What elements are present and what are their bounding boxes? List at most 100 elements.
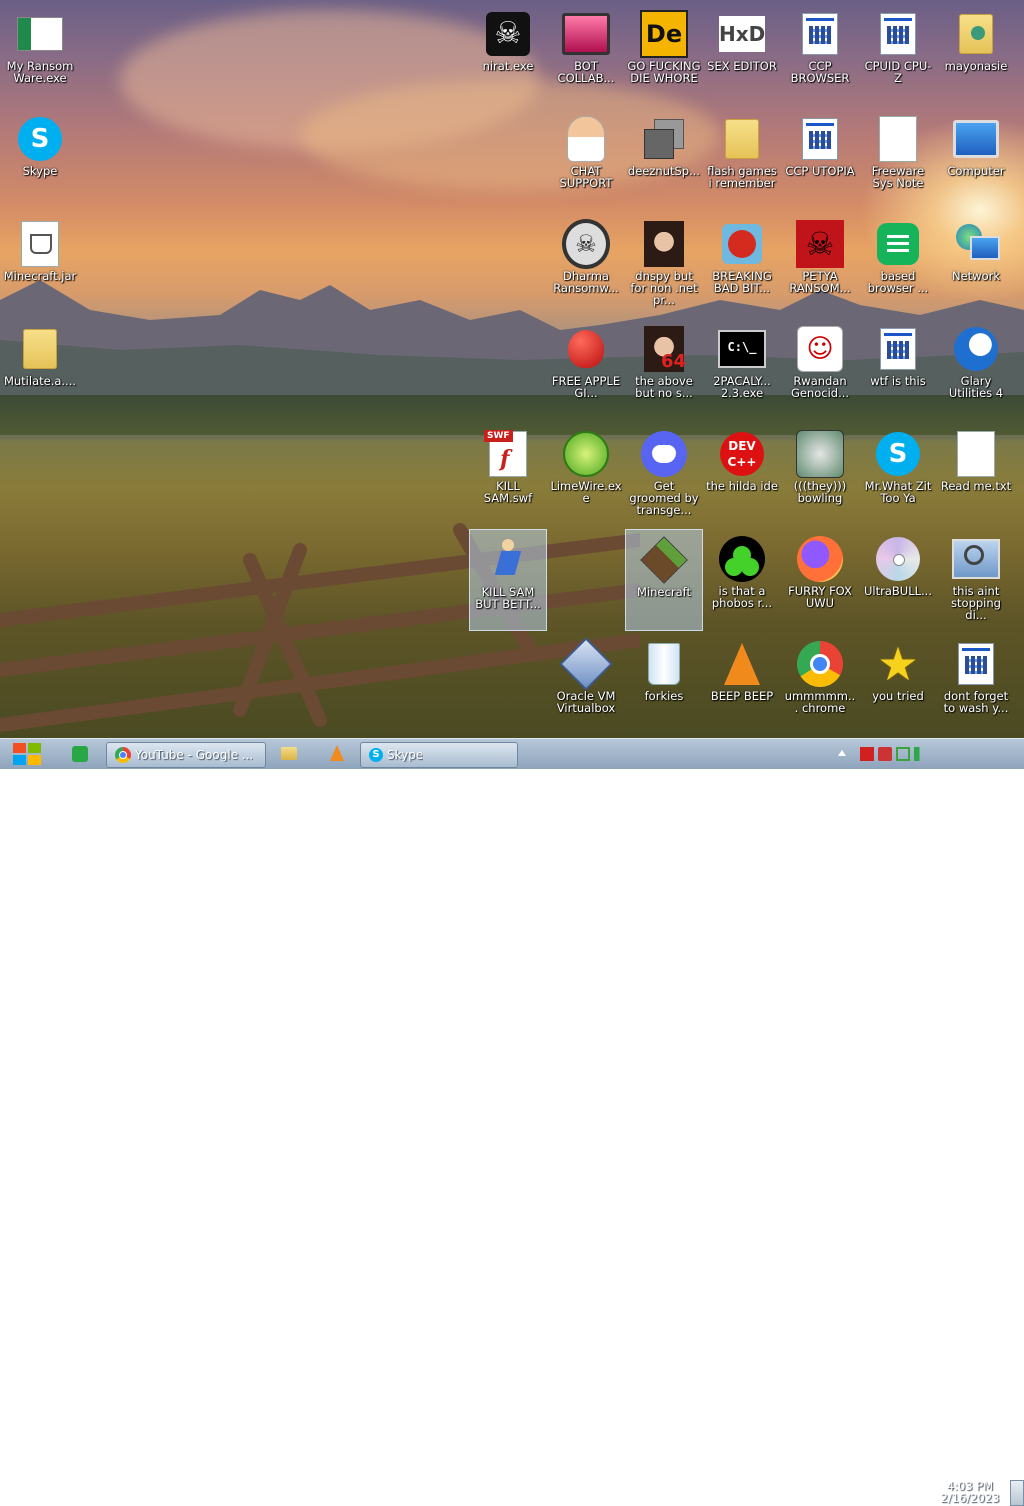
desktop-icon-label: Read me.txt <box>940 479 1012 493</box>
desktop-icon-ccp-browser[interactable]: CCP BROWSER <box>781 4 859 104</box>
lime-icon <box>562 430 610 478</box>
desktop-icon-free-apple[interactable]: FREE APPLE GI... <box>547 319 625 419</box>
desktop-icon-oracle-vm-virtualbox[interactable]: Oracle VM Virtualbox <box>547 634 625 734</box>
desktop-icon-cpuid-cpuz[interactable]: CPUID CPU-Z <box>859 4 937 104</box>
desktop-icon-read-me-txt[interactable]: Read me.txt <box>937 424 1015 524</box>
desktop-icon-minecraft-jar[interactable]: Minecraft.jar <box>1 214 79 314</box>
tray-app-icon[interactable] <box>878 747 892 761</box>
desktop-icon-label: Mr.What Zit Too Ya <box>864 479 932 505</box>
green-chat-icon <box>874 220 922 268</box>
desktop-icon-they-bowling[interactable]: (((they))) bowling <box>781 424 859 524</box>
desktop-icon-2pacalypse[interactable]: C:\_ 2PACALY... 2.3.exe <box>703 319 781 419</box>
desktop-icon-dnspy[interactable]: dnspy but for non .net pr... <box>625 214 703 314</box>
desktop-icon-label: 2PACALY... 2.3.exe <box>713 374 771 400</box>
portrait-64-icon: 64 <box>640 325 688 373</box>
desktop-icon-glary-utilities[interactable]: Glary Utilities 4 <box>937 319 1015 419</box>
app-window-icon <box>874 10 922 58</box>
desktop-icon-petya-ransom[interactable]: ☠ PETYA RANSOM... <box>781 214 859 314</box>
desktop-icon-based-browser[interactable]: based browser ... <box>859 214 937 314</box>
desktop-icon-label: nirat.exe <box>482 59 534 73</box>
desktop-icon-breaking-bad-bit[interactable]: BREAKING BAD BIT... <box>703 214 781 314</box>
folder-icon <box>16 325 64 373</box>
desktop-icon-bot-collab[interactable]: BOT COLLAB... <box>547 4 625 104</box>
desktop-icon-sex-editor[interactable]: HxD SEX EDITOR <box>703 4 781 104</box>
desktop-icon-label: based browser ... <box>867 269 929 295</box>
star-icon: ★ <box>877 637 919 691</box>
firefox-icon <box>796 535 844 583</box>
apple-icon <box>562 325 610 373</box>
desktop-icon-you-tried[interactable]: ★ you tried <box>859 634 937 734</box>
desktop-icon-label: CCP BROWSER <box>790 59 850 85</box>
desktop-icon-ummmm-chrome[interactable]: ummmmm... chrome <box>781 634 859 734</box>
taskbar-window-youtube[interactable]: YouTube - Google ... <box>106 742 266 768</box>
desktop-icon-dont-forget[interactable]: dont forget to wash y... <box>937 634 1015 734</box>
desktop-icon-label: the hilda ide <box>706 479 778 493</box>
desktop-icon-kill-sam-but-better[interactable]: KILL SAM BUT BETT... <box>469 529 547 631</box>
desktop-icon-skype-shortcut[interactable]: S Skype <box>1 109 79 209</box>
desktop-icon-mayonaise[interactable]: mayonasie <box>937 4 1015 104</box>
computer-icon <box>952 115 1000 163</box>
tray-show-hidden-icon[interactable] <box>838 750 846 756</box>
desktop-icon-ultrabull[interactable]: UltraBULL... <box>859 529 937 629</box>
desktop-icon-label: CPUID CPU-Z <box>864 59 932 85</box>
taskbar-window-skype[interactable]: S Skype <box>360 742 518 768</box>
desktop-icon-label: PETYA RANSOM... <box>789 269 851 295</box>
desktop-icon-forkies[interactable]: forkies <box>625 634 703 734</box>
desktop-icon-minecraft[interactable]: Minecraft <box>625 529 703 631</box>
virtualbox-icon <box>559 637 613 691</box>
skype-icon: S <box>874 430 922 478</box>
desktop-icon-network[interactable]: Network <box>937 214 1015 314</box>
desktop-icon-phobos[interactable]: is that a phobos r... <box>703 529 781 629</box>
desktop-icon-label: dont forget to wash y... <box>943 689 1009 715</box>
desktop-icon-deeznutsp[interactable]: deeznutSp... <box>625 109 703 209</box>
doctor-icon <box>562 115 610 163</box>
desktop-icon-my-ransomware-exe[interactable]: My Ransom Ware.exe <box>1 4 79 104</box>
tray-network-icon[interactable] <box>896 747 910 761</box>
desktop-icon-label: mayonasie <box>944 59 1008 73</box>
desktop-icon-go-die[interactable]: De GO FUCKING DIE WHORE <box>625 4 703 104</box>
desktop-icon-label: wtf is this <box>870 374 926 388</box>
desktop-icon-nirat-exe[interactable]: ☠ nirat.exe <box>469 4 547 104</box>
desktop-icon-rwandan-genocide[interactable]: ☺ Rwandan Genocid... <box>781 319 859 419</box>
desktop-icon-furry-fox-uwu[interactable]: FURRY FOX UWU <box>781 529 859 629</box>
desktop-icon-this-aint-stopping[interactable]: this aint stopping di... <box>937 529 1015 629</box>
desktop-icon-chat-support[interactable]: CHAT SUPPORT <box>547 109 625 209</box>
tray-flag-icon[interactable] <box>860 747 874 761</box>
desktop-icon-the-above[interactable]: 64 the above but no s... <box>625 319 703 419</box>
desktop-icon-label: Glary Utilities 4 <box>948 374 1004 400</box>
desktop-icon-computer[interactable]: Computer <box>937 109 1015 209</box>
network-globe-icon <box>952 220 1000 268</box>
desktop-icon-the-hilda-ide[interactable]: DEV C++ the hilda ide <box>703 424 781 524</box>
clock[interactable]: 4:03 PM 2/16/2023 <box>930 1480 1010 1504</box>
desktop-icon-mutilate-folder[interactable]: Mutilate.a.... <box>1 319 79 419</box>
devcpp-icon: DEV C++ <box>718 430 766 478</box>
quicklaunch-vlc-icon[interactable] <box>330 745 344 761</box>
desktop-icon-limewire[interactable]: LimeWire.exe <box>547 424 625 524</box>
desktop-icon-freeware-sys-note[interactable]: Freeware Sys Note <box>859 109 937 209</box>
desktop-icon-label: flash games i remember <box>707 164 777 190</box>
desktop-icon-ccp-utopia[interactable]: CCP UTOPIA <box>781 109 859 209</box>
green-dots-icon <box>718 535 766 583</box>
desktop-icon-wtf-is-this[interactable]: wtf is this <box>859 319 937 419</box>
desktop-icon-flash-games[interactable]: flash games i remember <box>703 109 781 209</box>
monitor-pink-icon <box>562 10 610 58</box>
tray-volume-icon[interactable] <box>914 747 928 761</box>
desktop-icon-label: this aint stopping di... <box>951 584 1001 622</box>
hxd-icon: HxD <box>718 10 766 58</box>
skype-icon: S <box>16 115 64 163</box>
desktop-icon-label: Oracle VM Virtualbox <box>556 689 616 715</box>
desktop-icon-kill-sam-swf[interactable]: SWF f KILL SAM.swf <box>469 424 547 524</box>
start-button[interactable] <box>8 739 46 769</box>
desktop-icon-dharma-ransomware[interactable]: ☠ Dharma Ransomw... <box>547 214 625 314</box>
desktop-icon-beep-beep[interactable]: BEEP BEEP <box>703 634 781 734</box>
app-window-icon <box>796 115 844 163</box>
show-desktop-button[interactable] <box>1010 1480 1024 1506</box>
folder-icon <box>718 115 766 163</box>
quicklaunch-chat-icon[interactable] <box>72 746 88 762</box>
desktop-icon-label: deeznutSp... <box>627 164 701 178</box>
clock-time: 4:03 PM <box>946 1479 994 1493</box>
desktop-icon-get-groomed[interactable]: Get groomed by transge... <box>625 424 703 524</box>
quicklaunch-explorer-icon[interactable] <box>281 747 297 760</box>
desktop-icon-mr-what-zit[interactable]: S Mr.What Zit Too Ya <box>859 424 937 524</box>
taskbar: YouTube - Google ... S Skype 4:03 PM 2/1… <box>0 738 1024 1506</box>
